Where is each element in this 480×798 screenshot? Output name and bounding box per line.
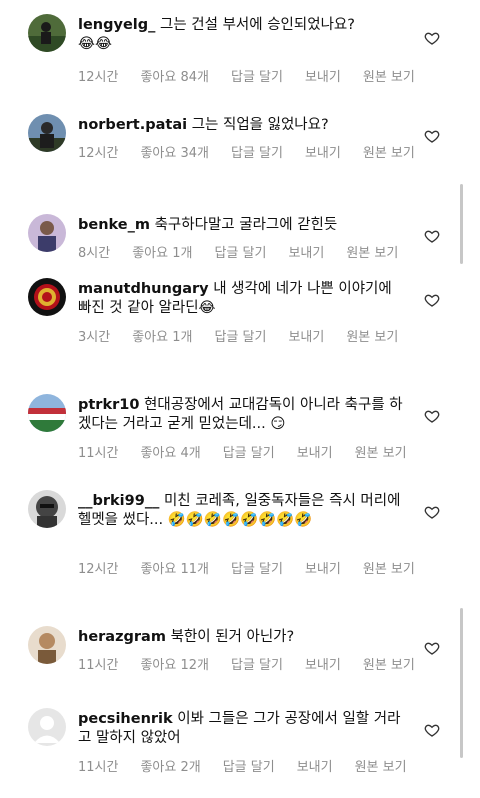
emoji: 🤣: [276, 512, 295, 528]
emoji: 🤣: [167, 512, 186, 528]
scrollbar[interactable]: [460, 608, 463, 758]
emoji: 😂: [94, 36, 112, 52]
timestamp: 12시간: [78, 562, 119, 577]
see-original-button[interactable]: 원본 보기: [363, 146, 415, 161]
likes-count[interactable]: 좋아요 2개: [140, 760, 200, 775]
reply-button[interactable]: 답글 달기: [231, 146, 283, 161]
emoji-row: 😂😂: [78, 36, 112, 52]
reply-button[interactable]: 답글 달기: [214, 246, 266, 261]
comment-body: manutdhungary 내 생각에 네가 나쁜 이야기에 빠진 것 같아 알…: [78, 280, 408, 318]
send-button[interactable]: 보내기: [288, 330, 324, 345]
see-original-button[interactable]: 원본 보기: [355, 446, 407, 461]
reply-button[interactable]: 답글 달기: [231, 70, 283, 85]
scrollbar[interactable]: [460, 184, 463, 264]
avatar[interactable]: [28, 278, 66, 316]
username[interactable]: benke_m: [78, 217, 150, 233]
heart-icon[interactable]: [424, 228, 440, 244]
likes-count[interactable]: 좋아요 12개: [140, 658, 209, 673]
likes-count[interactable]: 좋아요 1개: [132, 246, 192, 261]
username[interactable]: pecsihenrik: [78, 711, 173, 727]
reply-button[interactable]: 답글 달기: [231, 658, 283, 673]
send-button[interactable]: 보내기: [305, 70, 341, 85]
comment-meta: 12시간 좋아요 11개 답글 달기 보내기 원본 보기: [78, 558, 437, 577]
send-button[interactable]: 보내기: [297, 446, 333, 461]
timestamp: 12시간: [78, 146, 119, 161]
comment-meta: 12시간 좋아요 84개 답글 달기 보내기 원본 보기: [78, 66, 437, 85]
see-original-button[interactable]: 원본 보기: [355, 760, 407, 775]
comment-meta: 3시간 좋아요 1개 답글 달기 보내기 원본 보기: [78, 326, 420, 345]
reply-button[interactable]: 답글 달기: [231, 562, 283, 577]
emoji: 😂: [78, 36, 95, 52]
send-button[interactable]: 보내기: [297, 760, 333, 775]
comment-meta: 11시간 좋아요 12개 답글 달기 보내기 원본 보기: [78, 654, 437, 673]
emoji: 🤣: [185, 512, 204, 528]
comment-meta: 11시간 좋아요 2개 답글 달기 보내기 원본 보기: [78, 756, 429, 775]
username[interactable]: lengyelg_: [78, 17, 155, 33]
avatar[interactable]: [28, 114, 66, 152]
timestamp: 11시간: [78, 446, 119, 461]
heart-icon[interactable]: [424, 30, 440, 46]
comment-body: benke_m 축구하다말고 굴라그에 갇힌듯: [78, 216, 408, 235]
comment-meta: 11시간 좋아요 4개 답글 달기 보내기 원본 보기: [78, 442, 429, 461]
see-original-button[interactable]: 원본 보기: [363, 70, 415, 85]
emoji: 🤣: [221, 512, 240, 528]
username[interactable]: herazgram: [78, 629, 166, 645]
avatar[interactable]: [28, 214, 66, 252]
username[interactable]: manutdhungary: [78, 281, 209, 297]
avatar[interactable]: [28, 708, 66, 746]
heart-icon[interactable]: [424, 504, 440, 520]
emoji: 😂: [198, 300, 216, 316]
comment-body: __brki99__ 미친 코레족, 일중독자들은 즉시 머리에 헬멧을 썼다.…: [78, 492, 408, 530]
heart-icon[interactable]: [424, 640, 440, 656]
see-original-button[interactable]: 원본 보기: [363, 562, 415, 577]
likes-count[interactable]: 좋아요 4개: [140, 446, 200, 461]
timestamp: 11시간: [78, 658, 119, 673]
comment-body: norbert.patai 그는 직업을 잃었나요?: [78, 116, 408, 135]
reply-button[interactable]: 답글 달기: [214, 330, 266, 345]
avatar[interactable]: [28, 490, 66, 528]
emoji: 🤣: [203, 512, 222, 528]
avatar[interactable]: [28, 14, 66, 52]
reply-button[interactable]: 답글 달기: [223, 760, 275, 775]
send-button[interactable]: 보내기: [305, 658, 341, 673]
send-button[interactable]: 보내기: [305, 562, 341, 577]
likes-count[interactable]: 좋아요 84개: [140, 70, 209, 85]
comment-text: 그는 직업을 잃었나요?: [191, 117, 329, 133]
comment-meta: 8시간 좋아요 1개 답글 달기 보내기 원본 보기: [78, 242, 420, 261]
see-original-button[interactable]: 원본 보기: [346, 330, 398, 345]
likes-count[interactable]: 좋아요 11개: [140, 562, 209, 577]
emoji: 😏: [270, 416, 286, 432]
username[interactable]: norbert.patai: [78, 117, 187, 133]
emoji: 🤣: [240, 512, 259, 528]
timestamp: 11시간: [78, 760, 119, 775]
send-button[interactable]: 보내기: [305, 146, 341, 161]
heart-icon[interactable]: [424, 722, 440, 738]
emoji: 🤣: [294, 512, 313, 528]
timestamp: 3시간: [78, 330, 111, 345]
comment-meta: 12시간 좋아요 34개 답글 달기 보내기 원본 보기: [78, 142, 437, 161]
timestamp: 12시간: [78, 70, 119, 85]
timestamp: 8시간: [78, 246, 111, 261]
username[interactable]: __brki99__: [78, 493, 159, 509]
likes-count[interactable]: 좋아요 1개: [132, 330, 192, 345]
comment-text: 그는 건설 부서에 승인되었나요?: [160, 17, 355, 33]
comment-body: ptrkr10 현대공장에서 교대감독이 아니라 축구를 하겠다는 거라고 굳게…: [78, 396, 408, 434]
comment-body: pecsihenrik 이봐 그들은 그가 공장에서 일할 거라고 말하지 않았…: [78, 710, 408, 748]
emoji: 🤣: [258, 512, 277, 528]
likes-count[interactable]: 좋아요 34개: [140, 146, 209, 161]
comment-body: lengyelg_ 그는 건설 부서에 승인되었나요? 😂😂: [78, 16, 408, 54]
heart-icon[interactable]: [424, 292, 440, 308]
comment-text: 축구하다말고 굴라그에 갇힌듯: [154, 217, 338, 233]
avatar[interactable]: [28, 626, 66, 664]
heart-icon[interactable]: [424, 408, 440, 424]
avatar[interactable]: [28, 394, 66, 432]
comment-body: herazgram 북한이 된거 아닌가?: [78, 628, 408, 647]
heart-icon[interactable]: [424, 128, 440, 144]
reply-button[interactable]: 답글 달기: [223, 446, 275, 461]
comment-text: 북한이 된거 아닌가?: [170, 629, 295, 645]
send-button[interactable]: 보내기: [288, 246, 324, 261]
username[interactable]: ptrkr10: [78, 397, 139, 413]
see-original-button[interactable]: 원본 보기: [346, 246, 398, 261]
see-original-button[interactable]: 원본 보기: [363, 658, 415, 673]
